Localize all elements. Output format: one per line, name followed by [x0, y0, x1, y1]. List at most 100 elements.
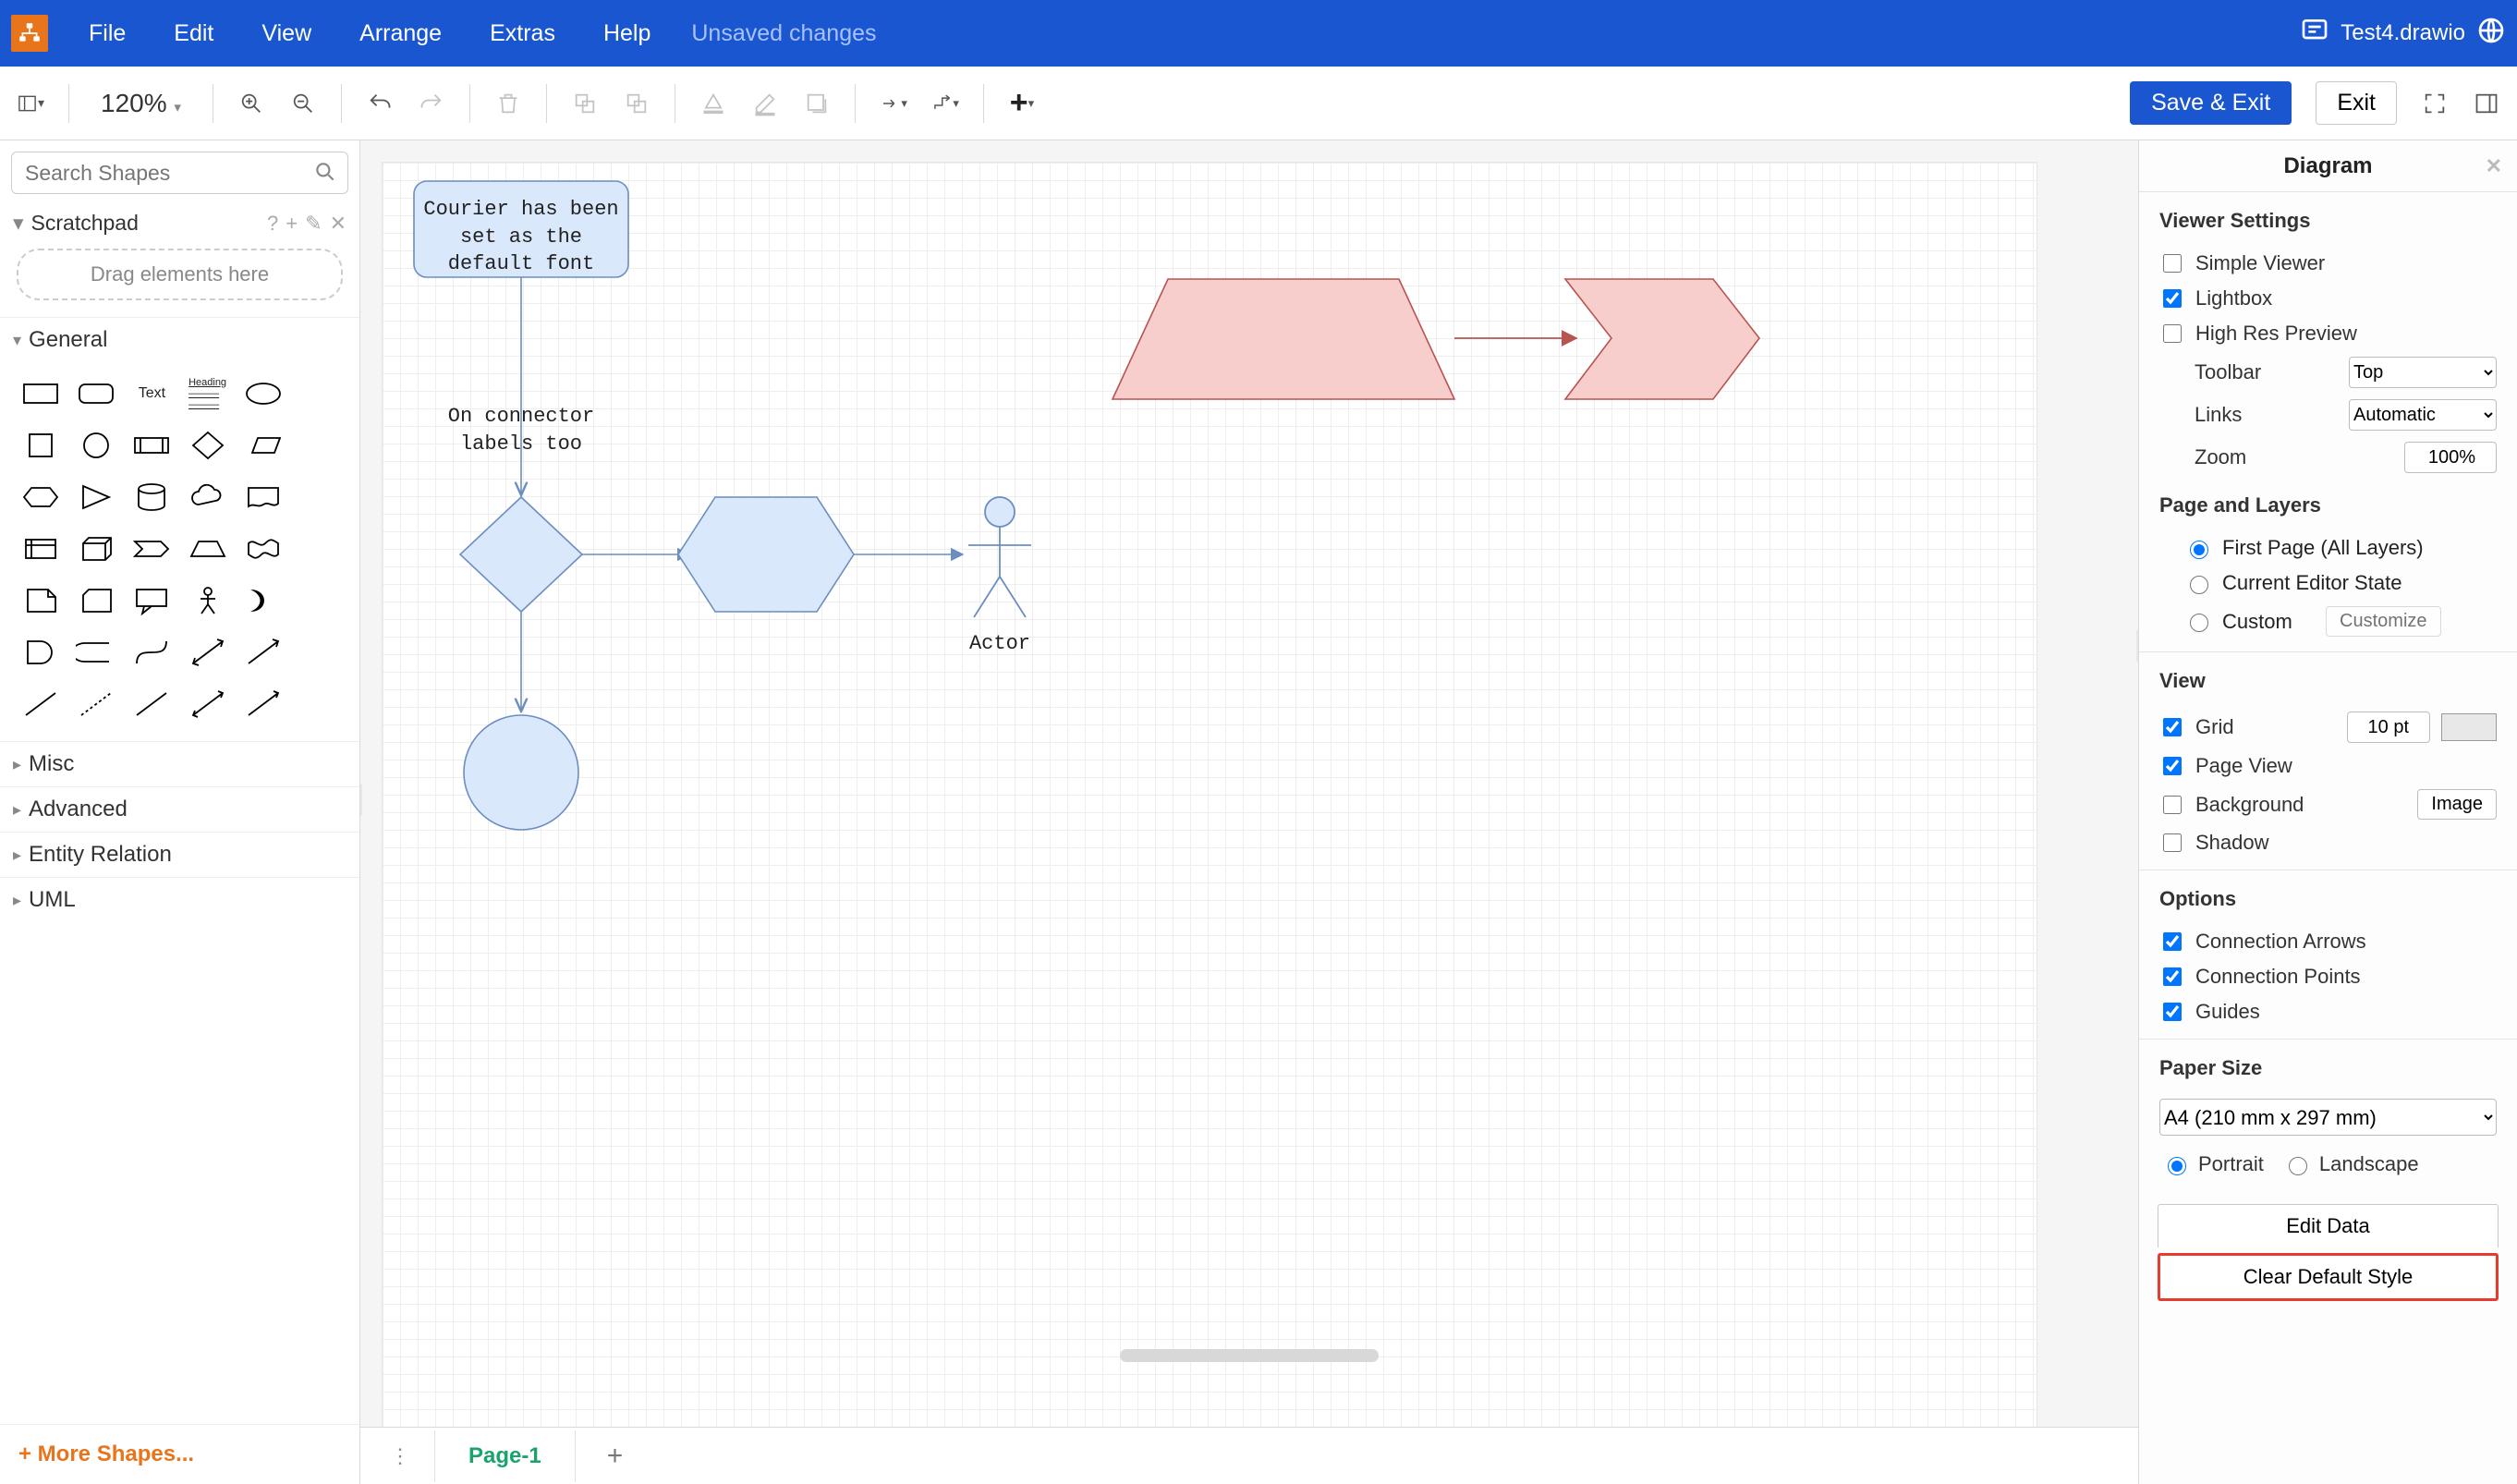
shape-step[interactable] [126, 525, 177, 573]
view-mode-icon[interactable]: ▾ [17, 90, 44, 117]
connection-icon[interactable]: ▾ [880, 90, 907, 117]
clear-default-style-button[interactable]: Clear Default Style [2158, 1253, 2499, 1301]
shape-datastore[interactable] [70, 628, 122, 676]
menu-arrange[interactable]: Arrange [335, 20, 466, 47]
background-checkbox[interactable] [2163, 796, 2182, 814]
shape-cube[interactable] [70, 525, 122, 573]
grid-size-field[interactable] [2347, 712, 2430, 743]
waypoint-icon[interactable]: ▾ [931, 90, 959, 117]
shadow-checkbox[interactable] [2163, 833, 2182, 852]
scratchpad-add-icon[interactable]: + [286, 212, 298, 236]
edit-data-button[interactable]: Edit Data [2158, 1204, 2499, 1247]
line-color-icon[interactable] [751, 90, 779, 117]
shape-triangle[interactable] [70, 473, 122, 521]
zoom-level[interactable]: 120% ▾ [93, 89, 188, 118]
language-icon[interactable] [2476, 16, 2506, 52]
pageview-checkbox[interactable] [2163, 757, 2182, 775]
section-general[interactable]: ▾General [0, 317, 359, 362]
section-misc[interactable]: ▸Misc [0, 741, 359, 786]
grid-checkbox[interactable] [2163, 718, 2182, 736]
shape-circle[interactable] [70, 421, 122, 469]
insert-icon[interactable]: + ▾ [1008, 90, 1036, 117]
menu-view[interactable]: View [237, 20, 335, 47]
format-panel-icon[interactable] [2473, 90, 2500, 117]
zoom-in-icon[interactable] [237, 90, 265, 117]
paper-size-select[interactable]: A4 (210 mm x 297 mm) [2159, 1099, 2497, 1136]
shape-or[interactable] [237, 577, 289, 625]
section-uml[interactable]: ▸UML [0, 877, 359, 922]
section-entity[interactable]: ▸Entity Relation [0, 832, 359, 877]
shape-heading[interactable]: Heading—————— [182, 370, 234, 418]
add-page-icon[interactable]: + [585, 1441, 646, 1472]
shadow-icon[interactable] [803, 90, 831, 117]
shape-internalstorage[interactable] [15, 525, 67, 573]
panel-close-icon[interactable]: ✕ [2486, 154, 2502, 178]
shape-callout[interactable] [126, 577, 177, 625]
conn-arrows-checkbox[interactable] [2163, 932, 2182, 951]
fill-color-icon[interactable] [699, 90, 727, 117]
menu-file[interactable]: File [65, 20, 150, 47]
shape-and[interactable] [15, 628, 67, 676]
first-page-radio[interactable] [2190, 541, 2208, 559]
simple-viewer-checkbox[interactable] [2163, 254, 2182, 273]
scratchpad-edit-icon[interactable]: ✎ [305, 212, 322, 236]
shape-rect[interactable] [15, 370, 67, 418]
zoom-field[interactable] [2404, 442, 2497, 473]
shape-parallelogram[interactable] [237, 421, 289, 469]
menu-help[interactable]: Help [579, 20, 675, 47]
to-back-icon[interactable] [623, 90, 651, 117]
right-splitter[interactable] [2136, 629, 2138, 663]
shape-cloud[interactable] [182, 473, 234, 521]
shape-tape[interactable] [237, 525, 289, 573]
shape-document[interactable] [237, 473, 289, 521]
tabs-handle-icon[interactable]: ⋮ [377, 1444, 425, 1468]
scratchpad-dropzone[interactable]: Drag elements here [17, 249, 343, 300]
fullscreen-icon[interactable] [2421, 90, 2449, 117]
grid-color-swatch[interactable] [2441, 713, 2497, 741]
toolbar-select[interactable]: Top [2349, 357, 2497, 388]
shape-actor[interactable] [182, 577, 234, 625]
canvas[interactable]: Courier has been set as the default font… [360, 140, 2138, 1427]
shape-text[interactable]: Text [126, 370, 177, 418]
custom-radio[interactable] [2190, 614, 2208, 632]
to-front-icon[interactable] [571, 90, 599, 117]
shape-arrowline[interactable] [237, 680, 289, 728]
zoom-out-icon[interactable] [289, 90, 317, 117]
landscape-radio[interactable] [2289, 1157, 2307, 1175]
shape-card[interactable] [70, 577, 122, 625]
shape-note[interactable] [15, 577, 67, 625]
scratchpad-close-icon[interactable]: ✕ [330, 212, 347, 236]
conn-points-checkbox[interactable] [2163, 967, 2182, 986]
guides-checkbox[interactable] [2163, 1003, 2182, 1021]
search-input[interactable] [11, 152, 348, 194]
redo-icon[interactable] [418, 90, 445, 117]
delete-icon[interactable] [494, 90, 522, 117]
portrait-radio[interactable] [2168, 1157, 2186, 1175]
shape-dashline[interactable] [70, 680, 122, 728]
section-advanced[interactable]: ▸Advanced [0, 786, 359, 832]
links-select[interactable]: Automatic [2349, 399, 2497, 431]
hires-checkbox[interactable] [2163, 324, 2182, 343]
shape-arrow[interactable] [237, 628, 289, 676]
exit-button[interactable]: Exit [2316, 81, 2397, 125]
shape-trapezoid[interactable] [182, 525, 234, 573]
shape-line[interactable] [15, 680, 67, 728]
save-exit-button[interactable]: Save & Exit [2130, 81, 2292, 125]
tab-page-1[interactable]: Page-1 [434, 1430, 576, 1482]
shape-ellipse[interactable] [237, 370, 289, 418]
shape-cylinder[interactable] [126, 473, 177, 521]
shape-diamond[interactable] [182, 421, 234, 469]
menu-extras[interactable]: Extras [466, 20, 579, 47]
scratchpad-help-icon[interactable]: ? [267, 212, 278, 236]
shape-hexagon[interactable] [15, 473, 67, 521]
shape-square[interactable] [15, 421, 67, 469]
more-shapes-link[interactable]: + More Shapes... [18, 1441, 194, 1466]
undo-icon[interactable] [366, 90, 394, 117]
shape-roundrect[interactable] [70, 370, 122, 418]
horizontal-scrollbar[interactable] [1120, 1349, 1379, 1362]
shape-biarrow[interactable] [182, 628, 234, 676]
shape-process[interactable] [126, 421, 177, 469]
menu-edit[interactable]: Edit [150, 20, 237, 47]
shape-line2[interactable] [126, 680, 177, 728]
page-surface[interactable]: Courier has been set as the default font… [383, 163, 2037, 1427]
